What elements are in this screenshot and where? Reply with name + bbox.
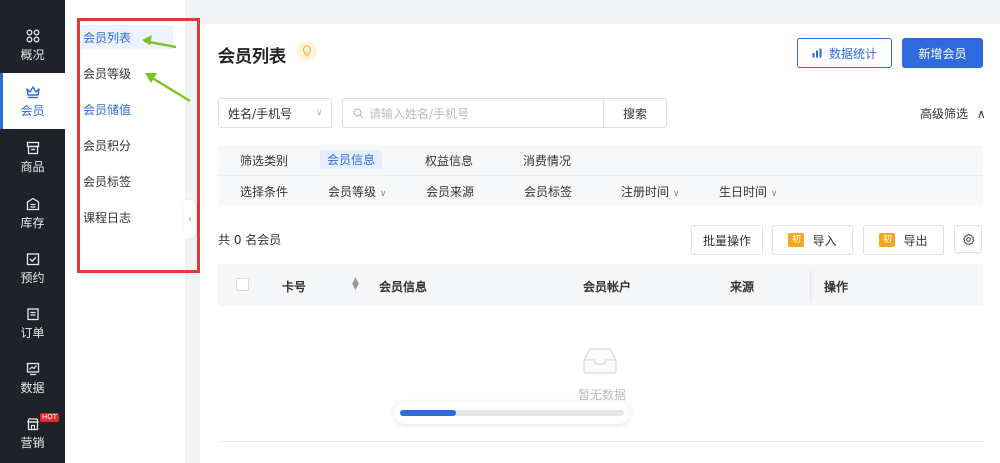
clipboard-icon [25,306,41,322]
nav-item-member[interactable]: 会员 [0,73,65,129]
nav-item-marketing[interactable]: HOT 营销 [0,405,65,461]
sort-icon[interactable]: ▲ ▼ [352,277,359,292]
filter-category-benefits[interactable]: 权益信息 [425,152,473,169]
hot-badge: HOT [40,413,60,422]
nav-label: 库存 [20,215,45,230]
grid-icon [25,28,41,44]
filter-condition-source[interactable]: 会员来源 [426,183,474,200]
empty-inbox-icon [581,346,619,376]
filter-condition-label: 选择条件 [240,185,289,199]
filter-condition-tags[interactable]: 会员标签 [524,183,572,200]
filter-category-consumption[interactable]: 消费情况 [523,152,571,169]
import-badge-icon: 初 [788,233,805,247]
import-label: 导入 [812,233,837,248]
nav-item-stock[interactable]: 库存 [0,185,65,241]
filter-condition-level[interactable]: 会员等级 ∨ [328,183,386,200]
advanced-filter-toggle[interactable]: 高级筛选 ∧ [920,105,986,122]
loading-progress [394,402,630,424]
column-card-number: 卡号 [282,280,307,294]
nav-label: 营销 [20,435,45,450]
store-icon [25,140,41,156]
chevron-up-icon: ∧ [976,107,986,121]
chevron-down-icon: ∨ [315,107,323,118]
nav-label: 数据 [20,380,45,395]
nav-item-booking[interactable]: 预约 [0,240,65,296]
annotation-arrows [142,35,191,102]
column-source: 来源 [730,280,755,294]
nav-label: 预约 [20,270,45,285]
bar-chart-icon [812,48,823,58]
search-button[interactable]: 搜索 [603,98,667,128]
chevron-down-icon: ∨ [672,189,680,199]
filter-category-label: 筛选类别 [240,154,289,168]
column-actions: 操作 [824,280,849,294]
calendar-check-icon [25,251,41,267]
nav-item-overview[interactable]: 概况 [0,17,65,73]
export-label: 导出 [903,233,928,248]
advanced-filter-label: 高级筛选 [920,107,969,121]
member-total: 共 0 名会员 [218,233,282,247]
select-all-checkbox[interactable] [236,278,249,291]
monitor-chart-icon [25,361,41,377]
collapse-submenu-button[interactable]: ‹ [184,200,196,238]
chevron-left-icon: ‹ [188,213,192,225]
lightbulb-icon[interactable] [297,41,317,61]
progress-fill [400,410,456,416]
column-settings-button[interactable] [954,225,982,253]
data-stats-label: 数据统计 [828,46,877,61]
nav-label: 订单 [20,325,45,340]
main-panel: 会员列表 数据统计 新增会员 姓名/手机号 ∨ 请输入姓名/手机号 搜索 高级筛… [200,24,1000,463]
nav-label: 商品 [20,159,45,174]
search-field-select-value: 姓名/手机号 [228,106,293,121]
warehouse-icon [25,196,41,212]
add-member-button[interactable]: 新增会员 [902,38,983,68]
gear-icon [962,233,975,246]
search-placeholder: 请输入姓名/手机号 [369,106,470,121]
nav-item-goods[interactable]: 商品 [0,129,65,185]
nav-label: 概况 [20,47,45,62]
data-stats-button[interactable]: 数据统计 [797,38,892,68]
nav-item-orders[interactable]: 订单 [0,295,65,351]
main-nav: 概况 会员 商品 库存 预约 订单 数据 HOT 营销 [0,0,65,463]
chevron-down-icon: ∨ [379,189,387,199]
fixed-column-divider [810,270,811,300]
batch-operation-button[interactable]: 批量操作 [691,225,763,255]
search-icon [353,107,364,119]
nav-item-data[interactable]: 数据 [0,350,65,406]
filter-condition-row: 选择条件 会员等级 ∨ 会员来源 会员标签 注册时间 ∨ 生日时间 ∨ [218,175,983,205]
column-member-info: 会员信息 [379,280,428,294]
filter-category-member-info[interactable]: 会员信息 [320,150,383,169]
crown-icon [25,84,41,100]
filter-condition-birthday[interactable]: 生日时间 ∨ [719,183,777,200]
filter-panel: 筛选类别 会员信息 权益信息 消费情况 选择条件 会员等级 ∨ 会员来源 会员标… [218,145,983,205]
top-strip [185,0,1000,4]
page-title: 会员列表 [218,47,286,67]
search-input[interactable]: 请输入姓名/手机号 [342,98,604,128]
export-badge-icon: 初 [879,233,896,247]
search-field-select[interactable]: 姓名/手机号 ∨ [218,98,332,128]
filter-category-row: 筛选类别 会员信息 权益信息 消费情况 [218,145,983,175]
table-bottom-border [218,441,983,442]
chevron-down-icon: ∨ [770,189,778,199]
column-member-account: 会员帐户 [583,280,632,294]
shop-icon [25,416,41,432]
export-button[interactable]: 初 导出 [863,225,944,255]
app-root: 概况 会员 商品 库存 预约 订单 数据 HOT 营销 会员列表 会员等级 会员… [0,0,1000,463]
empty-state-text: 暂无数据 [578,388,627,402]
progress-track [400,410,624,416]
nav-label: 会员 [20,103,45,118]
table-header: 卡号 ▲ ▼ 会员信息 会员帐户 来源 操作 [218,264,983,306]
import-button[interactable]: 初 导入 [772,225,853,255]
filter-condition-register-time[interactable]: 注册时间 ∨ [621,183,679,200]
